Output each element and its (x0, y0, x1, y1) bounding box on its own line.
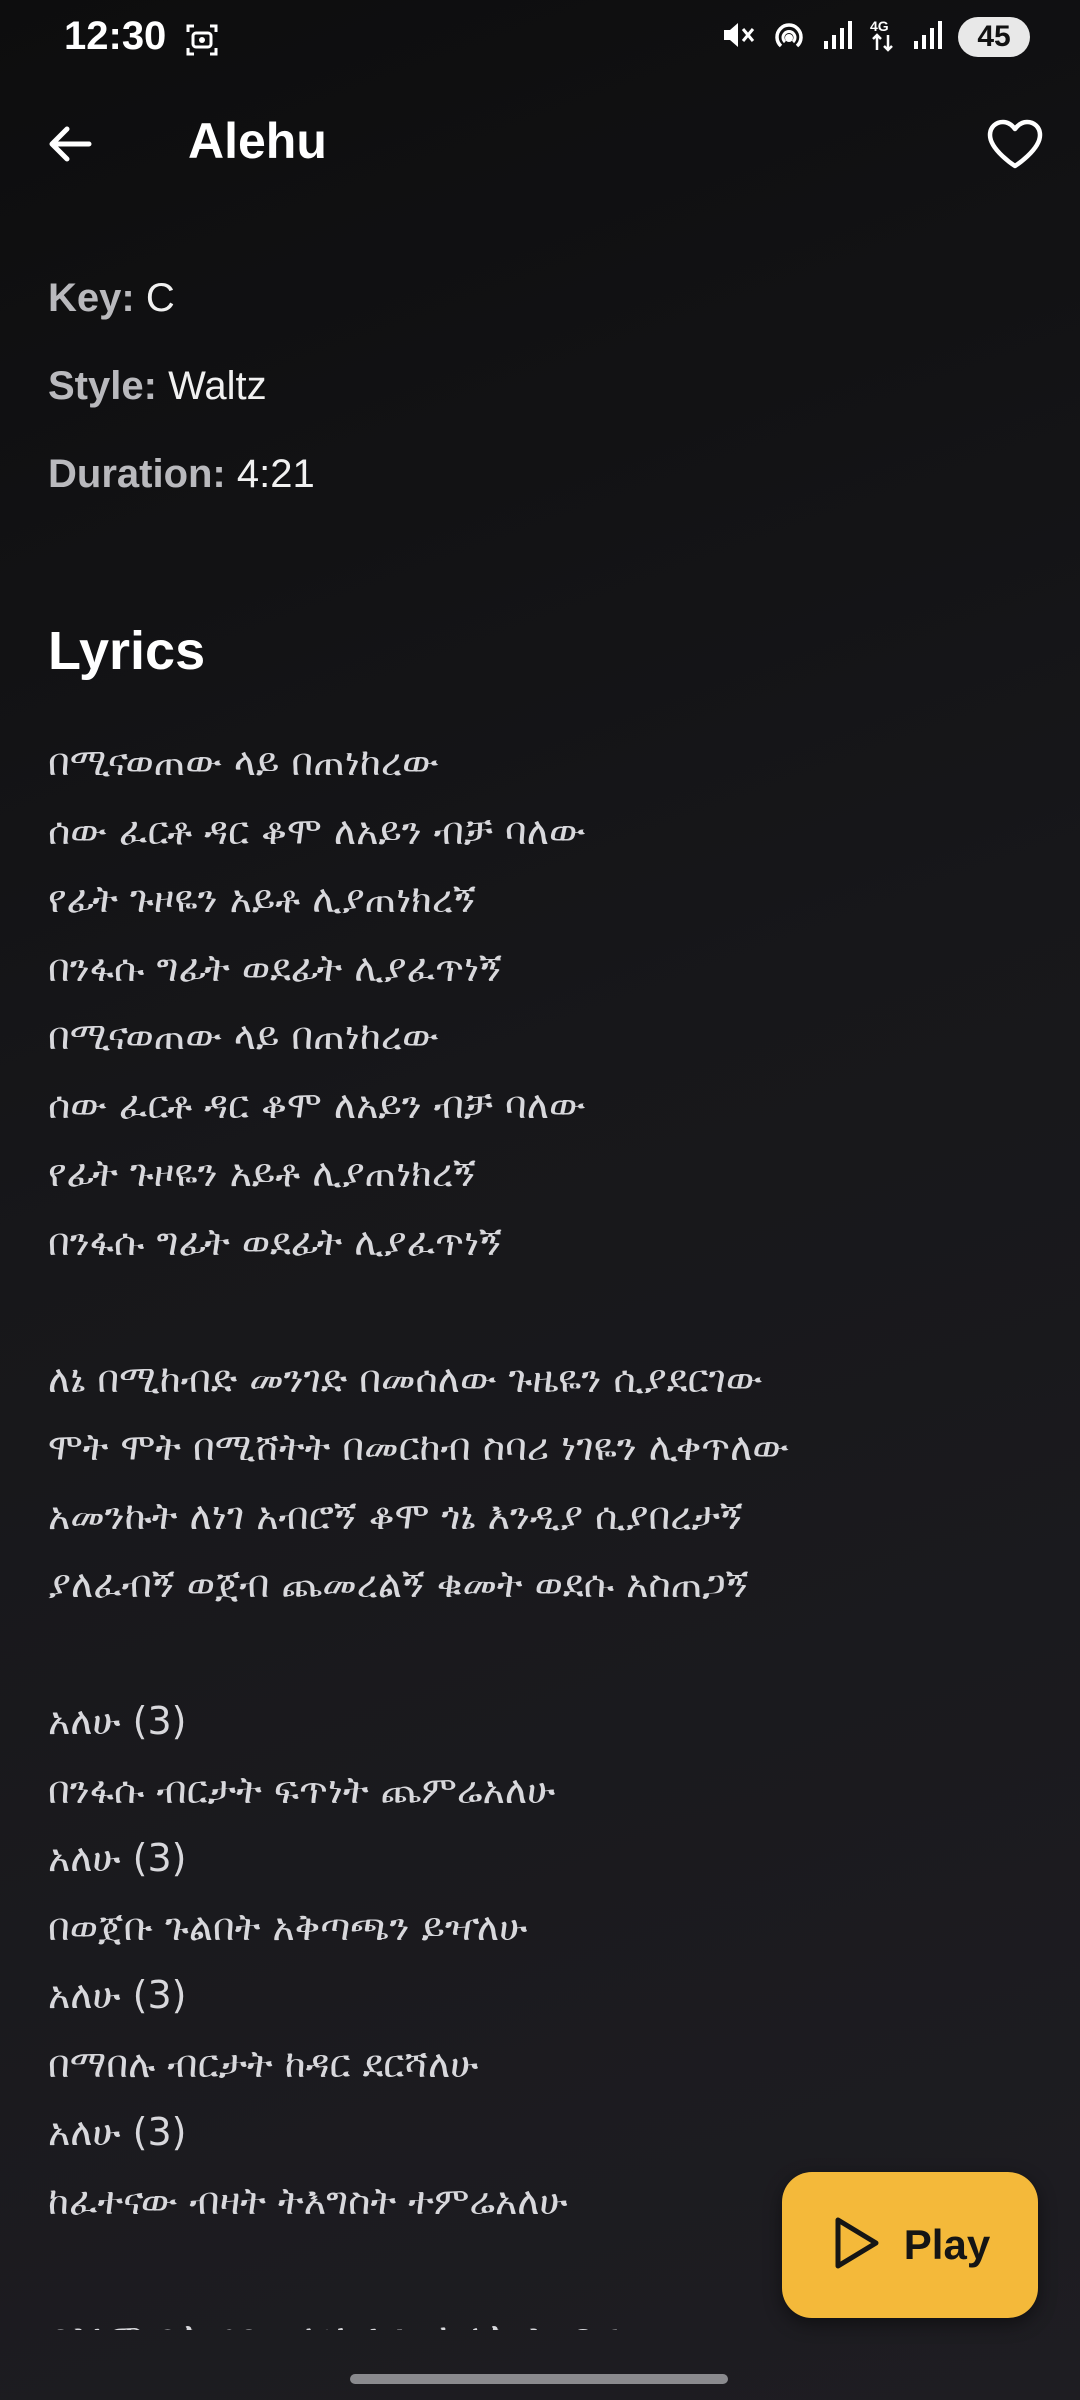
status-icons: 4G 45 (720, 16, 1030, 58)
home-indicator[interactable] (350, 2374, 728, 2384)
hotspot-icon (770, 16, 808, 58)
lyric-line: ሰው ፈርቶ ዳር ቆሞ ለአይን ብቻ ባለው (48, 1082, 586, 1127)
lyric-line: በወጀቡ ጉልበት አቅጣጫን ይዣለሁ (48, 1904, 528, 1949)
lyric-line: አለሁ (3) (48, 1836, 187, 1880)
lyric-line: አለሁ (3) (48, 1699, 187, 1743)
lyric-line: የፊት ጉዞዬን አይቶ ሊያጠነክረኝ (48, 1151, 476, 1195)
lyric-line: በሚናወጠው ላይ በጠነከረው (48, 1014, 439, 1058)
lyric-line: በማበሉ ብርታት ከዳር ደርሻለሁ (48, 2041, 479, 2086)
lyric-line: በንፋሱ ብርታት ፍጥነት ጨምሬአለሁ (48, 1767, 556, 1812)
4g-icon: 4G (868, 17, 898, 57)
lyric-line: ለኔ በሚከብድ መንገድ በመሰለው ጉዜዬን ሲያደርገው (48, 1356, 763, 1401)
mute-icon (720, 17, 756, 57)
lyric-stanza-break (48, 1276, 1028, 1345)
lyric-line: አለሁ (3) (48, 1973, 187, 2017)
svg-text:4G: 4G (870, 18, 889, 34)
signal-icon (912, 19, 944, 55)
back-arrow-icon (45, 119, 95, 173)
heart-icon (986, 119, 1044, 175)
duration-value: 4:21 (236, 452, 315, 496)
key-label: Key: (48, 276, 135, 320)
lyric-line: በንፋሱ ግፊት ወደፊት ሊያፈጥነኝ (48, 1219, 502, 1264)
lyric-line: አለሁ (3) (48, 2110, 187, 2154)
play-icon (830, 2214, 882, 2276)
app-bar: Alehu (0, 90, 1080, 200)
lyric-line: በንፋሱ ግፊት ወደፊት ሊያፈጥነኝ (48, 945, 502, 990)
page-title: Alehu (188, 113, 327, 169)
lyrics-heading: Lyrics (48, 621, 206, 681)
back-button[interactable] (40, 116, 100, 176)
lyric-stanza-break (48, 1619, 1028, 1688)
key-row: Key: C (48, 270, 315, 358)
style-value: Waltz (168, 364, 267, 408)
duration-label: Duration: (48, 452, 226, 496)
status-bar: 12:30 4G 45 (0, 0, 1080, 80)
lyric-line: ሞት ሞት በሚሸትት በመርከብ ስባሪ ነገዬን ሊቀጥለው (48, 1425, 789, 1469)
lyric-line: ሰው ፈርቶ ዳር ቆሞ ለአይን ብቻ ባለው (48, 808, 586, 853)
duration-row: Duration: 4:21 (48, 446, 315, 534)
lyric-line: የፊት ጉዞዬን አይቶ ሊያጠነክረኝ (48, 877, 476, 921)
battery-icon: 45 (958, 17, 1030, 57)
signal-icon (822, 19, 854, 55)
key-value: C (145, 276, 175, 320)
favorite-button[interactable] (980, 112, 1050, 182)
lyric-line: ያለፈብኝ ወጀብ ጨመረልኝ ቁመት ወደሱ አስጠጋኝ (48, 1562, 749, 1606)
song-meta: Key: C Style: Waltz Duration: 4:21 (48, 270, 315, 534)
status-time: 12:30 (64, 14, 167, 58)
screen-record-icon (182, 20, 222, 64)
lyric-line: በሚናወጠው ላይ በጠነከረው (48, 740, 439, 784)
style-label: Style: (48, 364, 157, 408)
play-button[interactable]: Play (782, 2172, 1038, 2318)
play-label: Play (903, 2221, 991, 2268)
lyric-line: አመንኩት ለነገ አብሮኝ ቆሞ ጎኔ እንዲያ ሲያበረታኝ (48, 1493, 743, 1538)
lyrics-text: በሚናወጠው ላይ በጠነከረው ሰው ፈርቶ ዳር ቆሞ ለአይን ብቻ ባለው… (48, 728, 1028, 2330)
style-row: Style: Waltz (48, 358, 315, 446)
